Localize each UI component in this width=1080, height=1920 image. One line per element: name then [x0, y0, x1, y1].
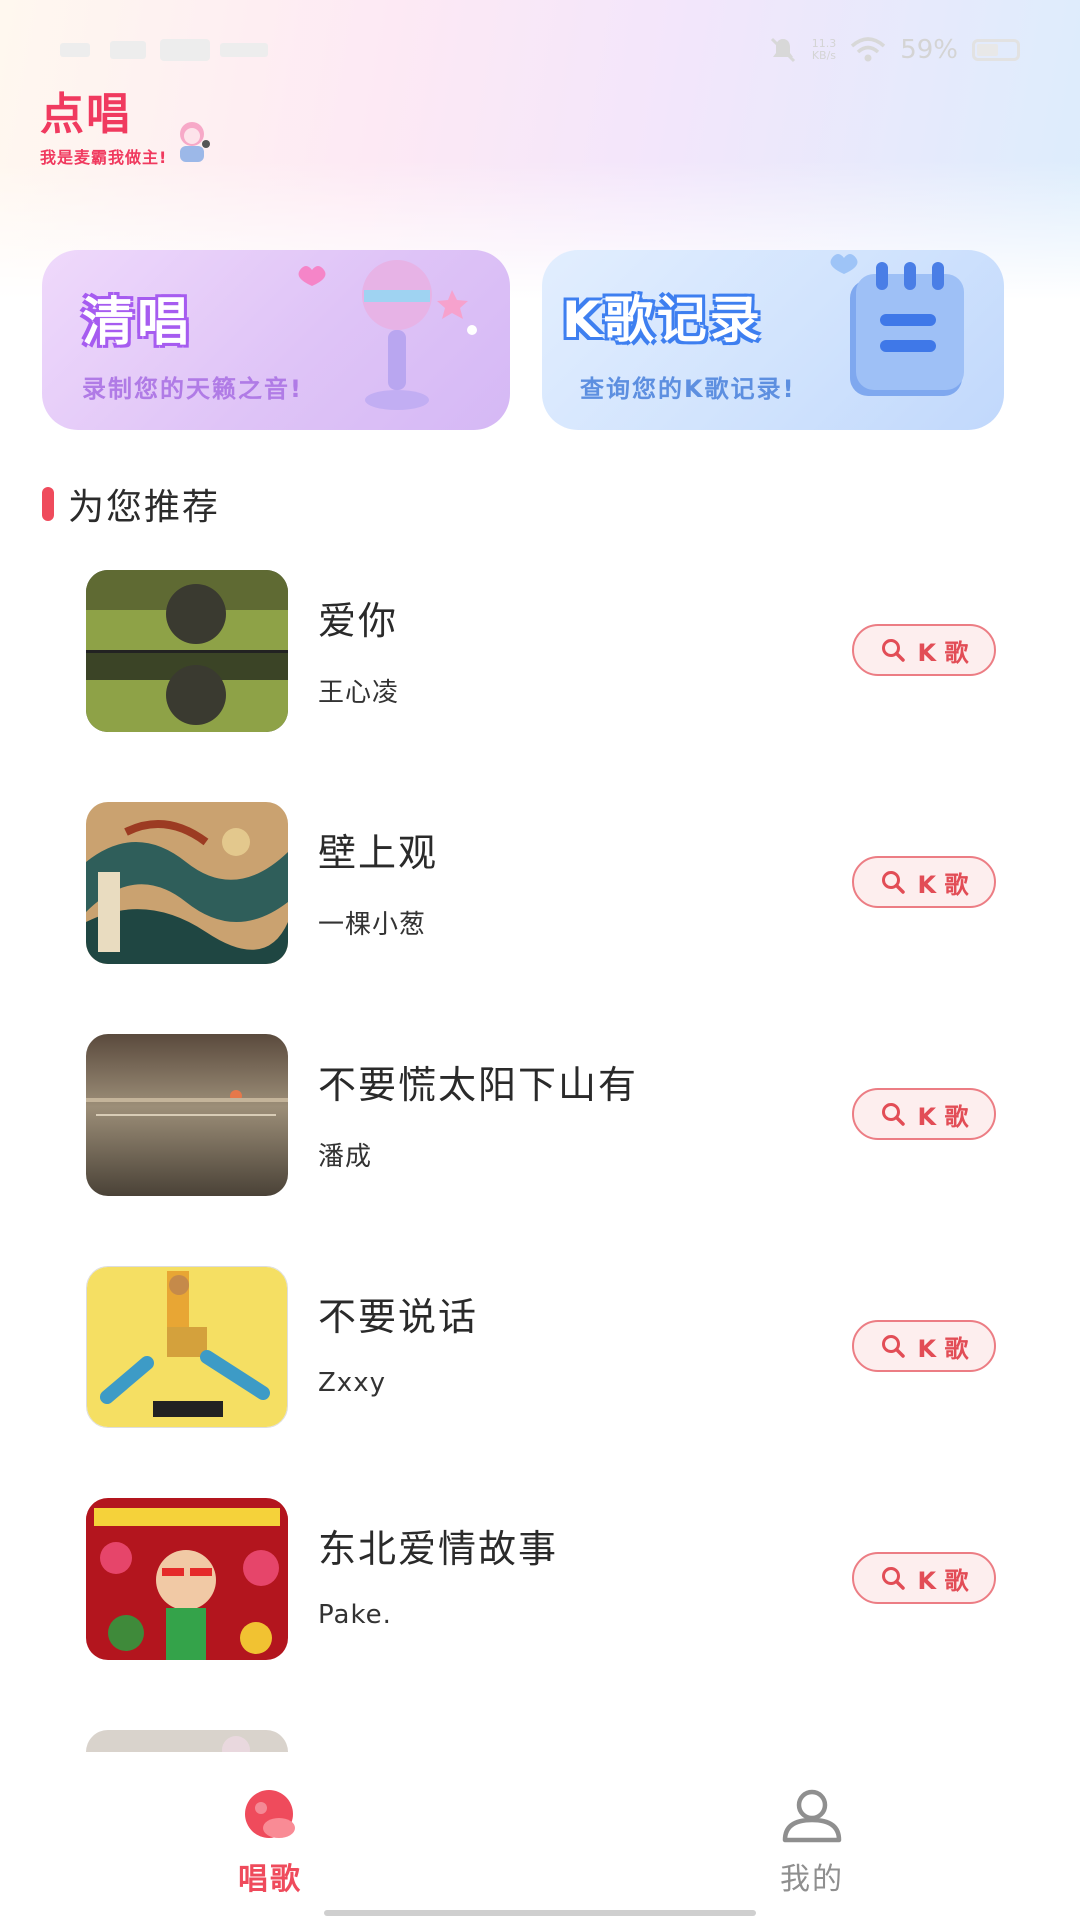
- k-song-button[interactable]: K 歌: [852, 1320, 996, 1372]
- banner-record-subtitle: 查询您的K歌记录!: [580, 375, 796, 403]
- song-artist: Pake.: [318, 1600, 392, 1630]
- k-song-label: K 歌: [917, 1334, 969, 1363]
- song-cover[interactable]: [86, 802, 288, 964]
- battery-percent: 59%: [900, 35, 958, 65]
- k-song-button[interactable]: K 歌: [852, 1088, 996, 1140]
- k-song-label: K 歌: [917, 870, 969, 899]
- status-left: [60, 37, 270, 63]
- mascot-icon: [180, 122, 210, 162]
- song-cover[interactable]: [86, 1498, 288, 1660]
- banner-sing-subtitle: 录制您的天籁之音!: [82, 375, 303, 403]
- k-song-label: K 歌: [917, 1102, 969, 1131]
- k-song-button[interactable]: K 歌: [852, 856, 996, 908]
- status-right: 11.3 KB/s 59%: [768, 35, 1020, 65]
- song-title: 不要说话: [318, 1295, 479, 1339]
- song-artist: 潘成: [318, 1142, 373, 1172]
- song-row[interactable]: 不要说话 Zxxy K 歌: [0, 1266, 1080, 1428]
- tab-mine[interactable]: 我的: [712, 1788, 912, 1898]
- section-title: 为您推荐: [68, 487, 221, 528]
- mic-icon: [245, 1790, 295, 1838]
- song-title: 不要慌太阳下山有: [318, 1063, 639, 1107]
- song-row[interactable]: 东北爱情故事 Pake. K 歌: [0, 1498, 1080, 1660]
- song-title: 壁上观: [318, 831, 439, 875]
- section-accent-bar: [42, 487, 54, 521]
- banner-k-record[interactable]: K歌记录 查询您的K歌记录!: [542, 250, 1004, 430]
- search-icon: [881, 1103, 905, 1126]
- mute-icon: [770, 37, 795, 63]
- tab-sing-label: 唱歌: [238, 1862, 302, 1897]
- microphone-icon: [298, 260, 477, 410]
- user-icon: [782, 1789, 842, 1843]
- song-list[interactable]: 爱你 王心凌 K 歌 壁上观 一棵小葱 K 歌 不要慌太阳下山有 潘成 K 歌 …: [0, 570, 1080, 1752]
- song-artist: Zxxy: [318, 1368, 386, 1398]
- song-title: 爱你: [318, 599, 399, 643]
- song-row[interactable]: 壁上观 一棵小葱 K 歌: [0, 802, 1080, 964]
- tab-sing[interactable]: 唱歌: [170, 1788, 370, 1898]
- banner-record-title: K歌记录: [562, 291, 763, 349]
- song-artist: 王心凌: [318, 678, 400, 708]
- song-cover[interactable]: [86, 1034, 288, 1196]
- bottom-tab-bar: 唱歌 我的: [0, 1752, 1080, 1920]
- section-recommend: 为您推荐: [42, 478, 220, 530]
- k-song-button[interactable]: K 歌: [852, 1552, 996, 1604]
- song-artist: 一棵小葱: [318, 910, 427, 940]
- search-icon: [881, 1567, 905, 1590]
- song-cover[interactable]: [86, 1266, 288, 1428]
- signal-icons: [60, 39, 268, 61]
- search-icon: [881, 871, 905, 894]
- song-cover[interactable]: [86, 570, 288, 732]
- song-row[interactable]: 爱你 王心凌 K 歌: [0, 570, 1080, 732]
- battery-icon: [972, 39, 1020, 61]
- search-icon: [881, 639, 905, 662]
- net-speed-unit: KB/s: [811, 49, 837, 62]
- banner-sing-title: 清唱: [82, 293, 193, 353]
- k-song-label: K 歌: [917, 1566, 969, 1595]
- k-song-label: K 歌: [917, 638, 969, 667]
- wifi-icon: [851, 37, 886, 62]
- song-row[interactable]: [0, 1730, 1080, 1752]
- search-icon: [881, 1335, 905, 1358]
- home-indicator[interactable]: [324, 1910, 756, 1916]
- notebook-icon: [830, 254, 964, 396]
- song-row[interactable]: 不要慌太阳下山有 潘成 K 歌: [0, 1034, 1080, 1196]
- song-cover[interactable]: [86, 1730, 288, 1752]
- status-bar: 11.3 KB/s 59%: [0, 28, 1080, 72]
- net-speed: 11.3 KB/s: [812, 38, 837, 62]
- battery-fill: [977, 44, 998, 56]
- tab-mine-label: 我的: [780, 1862, 844, 1897]
- banner-sing[interactable]: 清唱 录制您的天籁之音!: [42, 250, 510, 430]
- k-song-button[interactable]: K 歌: [852, 624, 996, 676]
- song-title: 东北爱情故事: [318, 1527, 559, 1571]
- app-logo: 点唱 我是麦霸我做主!: [40, 90, 230, 180]
